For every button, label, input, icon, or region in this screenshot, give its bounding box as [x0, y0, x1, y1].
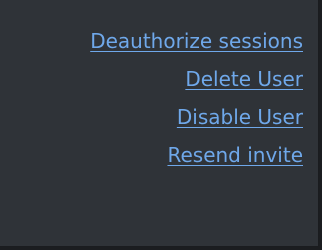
- delete-user-link[interactable]: Delete User: [185, 60, 303, 98]
- user-actions-panel: Deauthorize sessions Delete User Disable…: [0, 0, 319, 247]
- resend-invite-link[interactable]: Resend invite: [167, 136, 303, 174]
- deauthorize-sessions-link[interactable]: Deauthorize sessions: [90, 22, 303, 60]
- disable-user-link[interactable]: Disable User: [177, 98, 303, 136]
- user-actions-list: Deauthorize sessions Delete User Disable…: [90, 22, 303, 174]
